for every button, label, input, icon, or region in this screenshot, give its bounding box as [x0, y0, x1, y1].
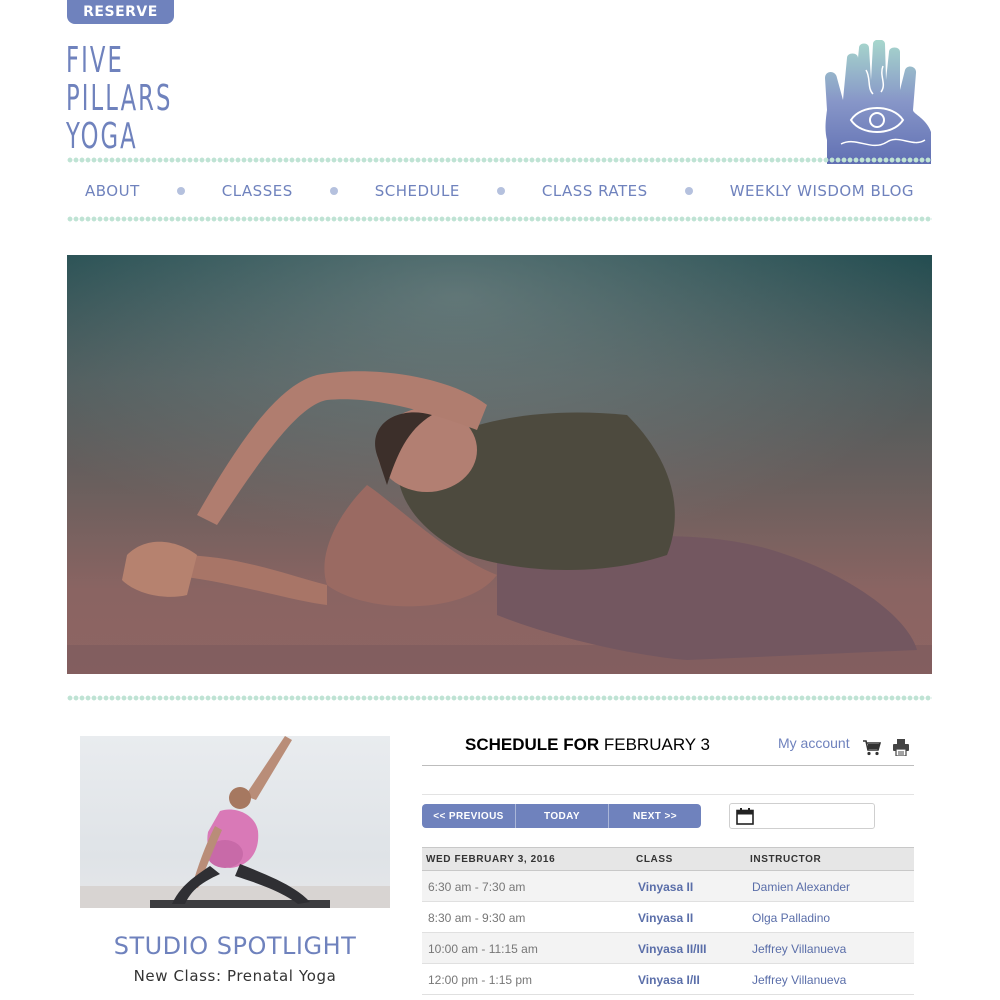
date-nav-buttons: << PREVIOUS TODAY NEXT >>: [422, 804, 701, 828]
nav-weekly-wisdom-blog[interactable]: WEEKLY WISDOM BLOG: [730, 182, 914, 200]
table-row: 10:00 am - 11:15 am Vinyasa II/III Jeffr…: [422, 933, 914, 964]
calendar-icon[interactable]: [736, 808, 754, 825]
my-account-link[interactable]: My account: [778, 735, 850, 751]
reserve-button[interactable]: RESERVE: [67, 0, 174, 24]
prenatal-yoga-photo: [80, 736, 390, 908]
class-name-link[interactable]: Vinyasa I/II: [638, 973, 700, 987]
print-icon[interactable]: [893, 739, 909, 756]
schedule-title: SCHEDULE FOR FEBRUARY 3: [465, 735, 710, 755]
class-time: 12:00 pm - 1:15 pm: [428, 973, 533, 987]
nav-separator-dot: [684, 187, 693, 195]
site-logo[interactable]: FIVE PILLARS YOGA: [66, 42, 186, 156]
schedule-header: SCHEDULE FOR FEBRUARY 3 My account: [422, 720, 914, 766]
instructor-link[interactable]: Damien Alexander: [752, 880, 850, 894]
logo-line: PILLARS: [66, 78, 173, 119]
nav-separator-dot: [329, 187, 338, 195]
yoga-pose-illustration: [67, 255, 932, 674]
nav-bottom-border: [67, 215, 932, 223]
nav-top-border: [67, 156, 932, 164]
cart-icon[interactable]: [863, 740, 881, 756]
schedule-table: WED FEBRUARY 3, 2016 CLASS INSTRUCTOR 6:…: [422, 847, 914, 995]
class-time: 10:00 am - 11:15 am: [428, 942, 538, 956]
today-button[interactable]: TODAY: [516, 804, 609, 828]
instructor-link[interactable]: Jeffrey Villanueva: [752, 942, 846, 956]
column-header-instructor: INSTRUCTOR: [750, 854, 822, 865]
date-picker-input[interactable]: [729, 803, 875, 829]
schedule-title-prefix: SCHEDULE FOR: [465, 735, 600, 754]
table-row: 8:30 am - 9:30 am Vinyasa II Olga Pallad…: [422, 902, 914, 933]
hero-bottom-border: [67, 694, 932, 702]
next-button[interactable]: NEXT >>: [609, 804, 701, 828]
hero-image: [67, 255, 932, 674]
spotlight-image[interactable]: [80, 736, 390, 908]
instructor-link[interactable]: Jeffrey Villanueva: [752, 973, 846, 987]
logo-line: FIVE: [66, 40, 124, 81]
nav-class-rates[interactable]: CLASS RATES: [542, 182, 648, 200]
nav-separator-dot: [496, 187, 505, 195]
hand-logo-icon: [825, 40, 931, 164]
nav-schedule[interactable]: SCHEDULE: [375, 182, 460, 200]
instructor-link[interactable]: Olga Palladino: [752, 911, 830, 925]
class-time: 8:30 am - 9:30 am: [428, 911, 526, 925]
main-nav: ABOUT CLASSES SCHEDULE CLASS RATES WEEKL…: [67, 176, 932, 206]
schedule-title-date: FEBRUARY 3: [603, 735, 710, 754]
previous-button[interactable]: << PREVIOUS: [422, 804, 516, 828]
class-time: 6:30 am - 7:30 am: [428, 880, 526, 894]
nav-about[interactable]: ABOUT: [85, 182, 140, 200]
nav-separator-dot: [176, 187, 185, 195]
class-name-link[interactable]: Vinyasa II: [638, 880, 693, 894]
column-header-date: WED FEBRUARY 3, 2016: [426, 854, 556, 865]
table-row: 12:00 pm - 1:15 pm Vinyasa I/II Jeffrey …: [422, 964, 914, 995]
logo-line: YOGA: [66, 116, 138, 157]
spotlight-title: STUDIO SPOTLIGHT: [113, 932, 357, 960]
schedule-divider: [422, 794, 914, 795]
class-name-link[interactable]: Vinyasa II: [638, 911, 693, 925]
spotlight-subtitle[interactable]: New Class: Prenatal Yoga: [80, 967, 390, 985]
column-header-class: CLASS: [636, 854, 673, 865]
nav-classes[interactable]: CLASSES: [222, 182, 293, 200]
table-row: 6:30 am - 7:30 am Vinyasa II Damien Alex…: [422, 871, 914, 902]
table-header: WED FEBRUARY 3, 2016 CLASS INSTRUCTOR: [422, 847, 914, 871]
class-name-link[interactable]: Vinyasa II/III: [638, 942, 706, 956]
